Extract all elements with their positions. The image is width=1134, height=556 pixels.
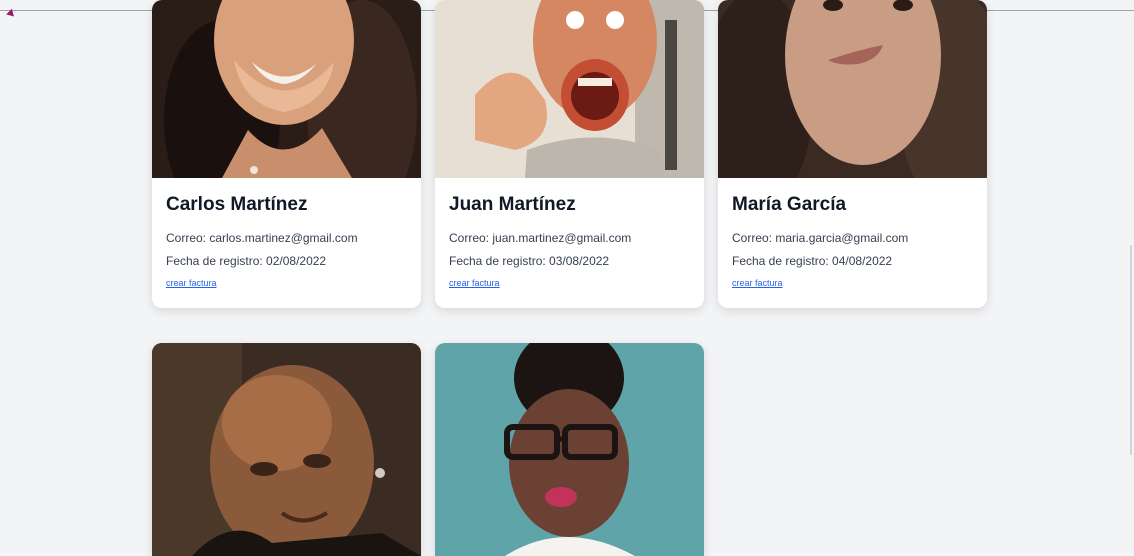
user-card: [152, 343, 421, 556]
user-name: Juan Martínez: [449, 194, 576, 215]
profile-photo: [152, 0, 421, 178]
profile-photo: [435, 0, 704, 178]
create-invoice-link[interactable]: crear factura: [166, 277, 217, 289]
user-card: [435, 343, 704, 556]
create-invoice-link[interactable]: crear factura: [449, 277, 500, 289]
create-invoice-link[interactable]: crear factura: [732, 277, 783, 289]
user-card: Juan Martínez Correo: juan.martinez@gmai…: [435, 0, 704, 308]
user-info: María García Correo: maria.garcia@gmail.…: [718, 178, 987, 308]
user-email: Correo: juan.martinez@gmail.com: [449, 231, 632, 245]
profile-photo: [435, 343, 704, 556]
user-registration-date: Fecha de registro: 02/08/2022: [166, 254, 327, 268]
profile-photo: [718, 0, 987, 178]
user-info: Juan Martínez Correo: juan.martinez@gmai…: [435, 178, 704, 308]
user-name: Carlos Martínez: [166, 194, 308, 215]
user-registration-date: Fecha de registro: 03/08/2022: [449, 254, 610, 268]
user-name: María García: [732, 194, 847, 215]
user-email: Correo: maria.garcia@gmail.com: [732, 231, 909, 245]
user-email: Correo: carlos.martinez@gmail.com: [166, 231, 358, 245]
user-card: Carlos Martínez Correo: carlos.martinez@…: [152, 0, 421, 308]
user-info: Carlos Martínez Correo: carlos.martinez@…: [152, 178, 421, 308]
profile-photo: [152, 343, 421, 556]
user-card: María García Correo: maria.garcia@gmail.…: [718, 0, 987, 308]
user-registration-date: Fecha de registro: 04/08/2022: [732, 254, 893, 268]
scrollbar[interactable]: [1130, 245, 1132, 455]
